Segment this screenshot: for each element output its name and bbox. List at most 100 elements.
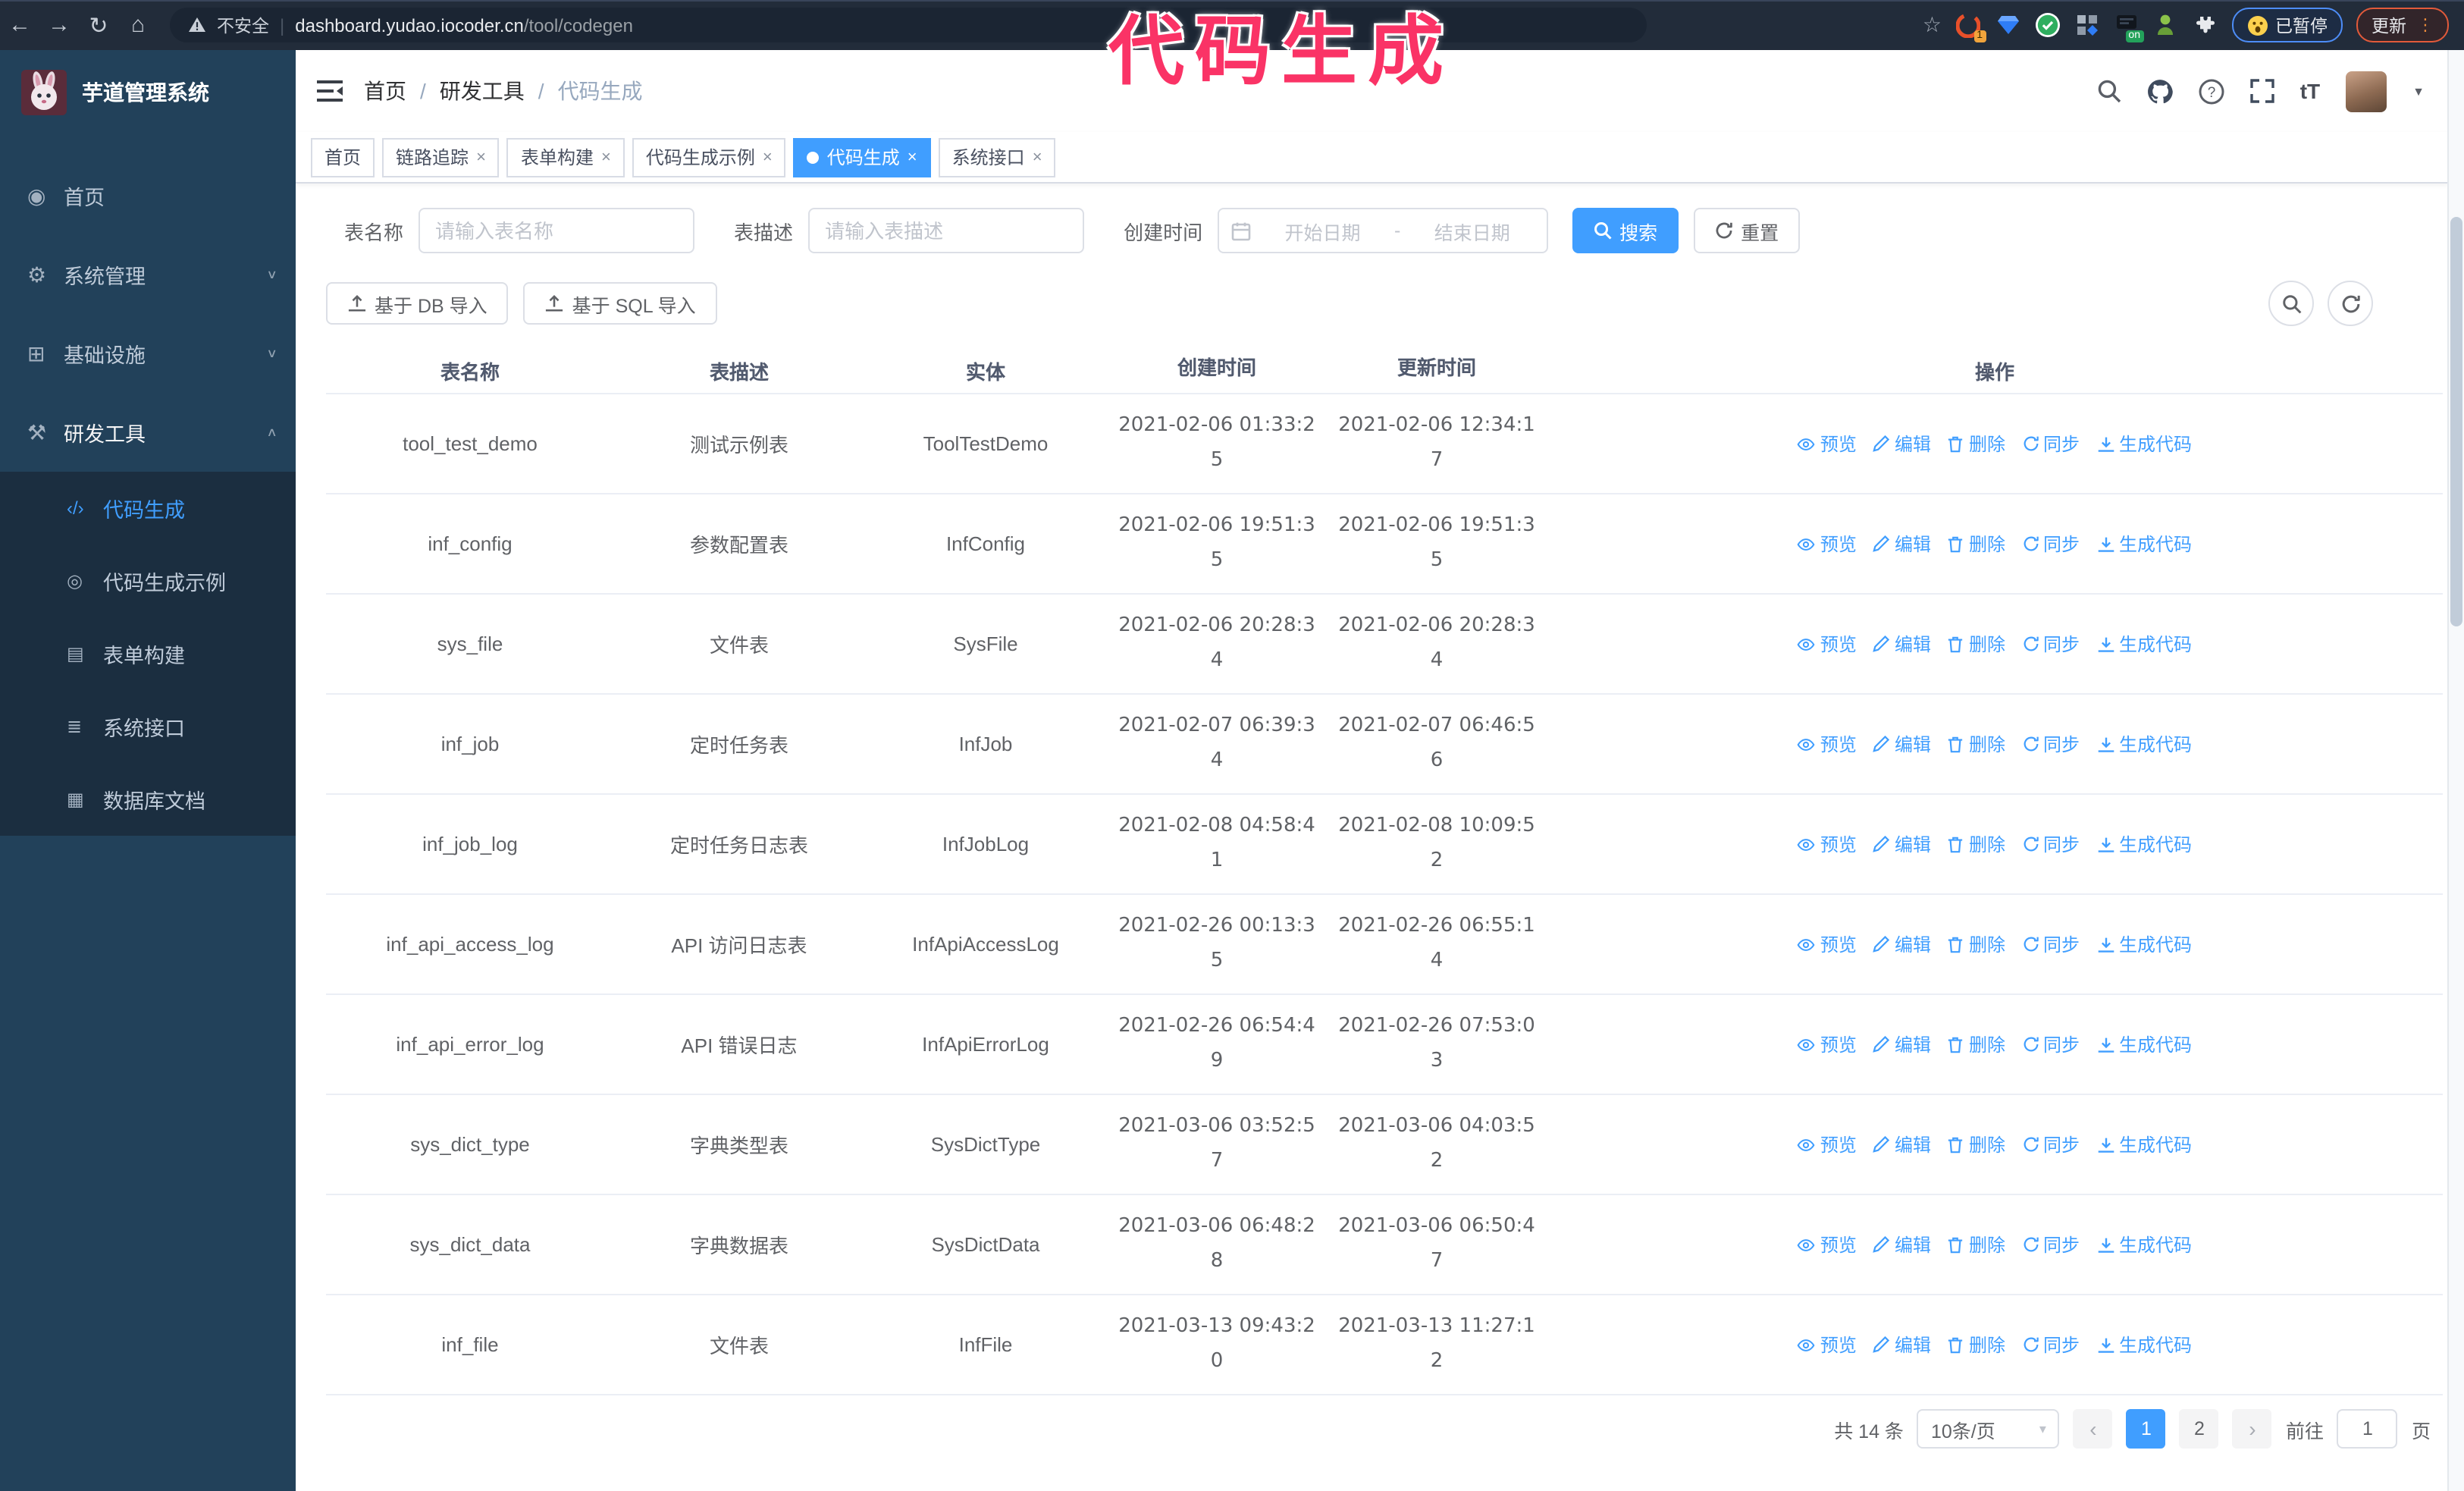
sync-link[interactable]: 同步 bbox=[2022, 931, 2080, 957]
sync-link[interactable]: 同步 bbox=[2022, 1132, 2080, 1157]
tab-codegen[interactable]: 代码生成 × bbox=[793, 137, 931, 177]
sidebar-item-db-doc[interactable]: ▦ 数据库文档 bbox=[0, 763, 296, 836]
preview-link[interactable]: 预览 bbox=[1798, 1132, 1857, 1157]
window-scrollbar[interactable] bbox=[2447, 50, 2464, 1491]
search-button[interactable]: 搜索 bbox=[1572, 208, 1679, 253]
font-size-icon[interactable]: tT bbox=[2300, 79, 2320, 103]
sync-link[interactable]: 同步 bbox=[2022, 531, 2080, 557]
page-1[interactable]: 1 bbox=[2126, 1409, 2166, 1449]
breadcrumb-home[interactable]: 首页 bbox=[364, 76, 406, 106]
preview-link[interactable]: 预览 bbox=[1798, 531, 1857, 557]
delete-link[interactable]: 删除 bbox=[1948, 831, 2005, 857]
generate-code-link[interactable]: 生成代码 bbox=[2096, 431, 2192, 457]
prev-page-button[interactable]: ‹ bbox=[2073, 1409, 2113, 1449]
generate-code-link[interactable]: 生成代码 bbox=[2096, 1031, 2192, 1057]
generate-code-link[interactable]: 生成代码 bbox=[2096, 631, 2192, 657]
edit-link[interactable]: 编辑 bbox=[1873, 631, 1931, 657]
generate-code-link[interactable]: 生成代码 bbox=[2096, 1132, 2192, 1157]
table-desc-input[interactable] bbox=[808, 208, 1085, 253]
delete-link[interactable]: 删除 bbox=[1948, 731, 2005, 757]
tab-codegen-example[interactable]: 代码生成示例 × bbox=[632, 137, 786, 177]
generate-code-link[interactable]: 生成代码 bbox=[2096, 831, 2192, 857]
preview-link[interactable]: 预览 bbox=[1798, 1232, 1857, 1257]
tab-system-api[interactable]: 系统接口 × bbox=[938, 137, 1056, 177]
date-range-picker[interactable]: 开始日期 - 结束日期 bbox=[1218, 208, 1549, 253]
generate-code-link[interactable]: 生成代码 bbox=[2096, 931, 2192, 957]
sync-link[interactable]: 同步 bbox=[2022, 1031, 2080, 1057]
toggle-search-button[interactable] bbox=[2268, 281, 2314, 326]
browser-forward-button[interactable]: → bbox=[39, 12, 79, 38]
extension-check-icon[interactable] bbox=[2034, 12, 2060, 38]
extensions-puzzle-icon[interactable] bbox=[2192, 12, 2218, 38]
generate-code-link[interactable]: 生成代码 bbox=[2096, 1332, 2192, 1358]
tab-close-icon[interactable]: × bbox=[476, 148, 486, 166]
sync-link[interactable]: 同步 bbox=[2022, 1232, 2080, 1257]
delete-link[interactable]: 删除 bbox=[1948, 931, 2005, 957]
page-2[interactable]: 2 bbox=[2179, 1409, 2219, 1449]
tab-form-build[interactable]: 表单构建 × bbox=[506, 137, 625, 177]
edit-link[interactable]: 编辑 bbox=[1873, 831, 1931, 857]
generate-code-link[interactable]: 生成代码 bbox=[2096, 531, 2192, 557]
extension-gem-icon[interactable] bbox=[1995, 12, 2020, 38]
sidebar-item-codegen[interactable]: ‹/› 代码生成 bbox=[0, 472, 296, 545]
tab-close-icon[interactable]: × bbox=[763, 148, 773, 166]
preview-link[interactable]: 预览 bbox=[1798, 1031, 1857, 1057]
scrollbar-thumb[interactable] bbox=[2450, 217, 2462, 626]
sync-link[interactable]: 同步 bbox=[2022, 431, 2080, 457]
fullscreen-icon[interactable] bbox=[2250, 79, 2274, 103]
user-avatar[interactable] bbox=[2346, 71, 2387, 111]
preview-link[interactable]: 预览 bbox=[1798, 1332, 1857, 1358]
browser-update-button[interactable]: 更新 ⋮ bbox=[2356, 8, 2449, 42]
edit-link[interactable]: 编辑 bbox=[1873, 931, 1931, 957]
delete-link[interactable]: 删除 bbox=[1948, 1132, 2005, 1157]
extension-green-icon[interactable] bbox=[2152, 12, 2178, 38]
delete-link[interactable]: 删除 bbox=[1948, 1232, 2005, 1257]
sql-import-button[interactable]: 基于 SQL 导入 bbox=[523, 282, 717, 325]
preview-link[interactable]: 预览 bbox=[1798, 631, 1857, 657]
edit-link[interactable]: 编辑 bbox=[1873, 531, 1931, 557]
delete-link[interactable]: 删除 bbox=[1948, 1332, 2005, 1358]
bookmark-star-icon[interactable]: ☆ bbox=[1923, 12, 1942, 38]
tab-close-icon[interactable]: × bbox=[1033, 148, 1042, 166]
browser-reload-button[interactable]: ↻ bbox=[79, 11, 118, 39]
sidebar-item-dev-tools[interactable]: ⚒ 研发工具 ∧ bbox=[0, 393, 296, 472]
sidebar-item-system-mgmt[interactable]: ⚙ 系统管理 ∨ bbox=[0, 235, 296, 314]
goto-page-input[interactable] bbox=[2337, 1409, 2398, 1449]
generate-code-link[interactable]: 生成代码 bbox=[2096, 1232, 2192, 1257]
sync-link[interactable]: 同步 bbox=[2022, 831, 2080, 857]
refresh-table-button[interactable] bbox=[2328, 281, 2373, 326]
tab-trace[interactable]: 链路追踪 × bbox=[382, 137, 500, 177]
reset-button[interactable]: 重置 bbox=[1694, 208, 1801, 253]
help-icon[interactable]: ? bbox=[2199, 78, 2224, 104]
sidebar-item-home[interactable]: ◉ 首页 bbox=[0, 156, 296, 235]
preview-link[interactable]: 预览 bbox=[1798, 731, 1857, 757]
tab-close-icon[interactable]: × bbox=[601, 148, 611, 166]
sidebar-item-codegen-example[interactable]: ◎ 代码生成示例 bbox=[0, 545, 296, 617]
breadcrumb-dev-tools[interactable]: 研发工具 bbox=[440, 76, 525, 106]
address-bar[interactable]: 不安全 | dashboard.yudao.iocoder.cn/tool/co… bbox=[170, 8, 1647, 42]
tab-close-icon[interactable]: × bbox=[908, 148, 917, 166]
edit-link[interactable]: 编辑 bbox=[1873, 731, 1931, 757]
security-label[interactable]: 不安全 bbox=[217, 13, 269, 37]
extension-dark-icon[interactable]: on bbox=[2113, 12, 2143, 42]
tab-home[interactable]: 首页 bbox=[311, 137, 375, 177]
sync-link[interactable]: 同步 bbox=[2022, 631, 2080, 657]
sidebar-item-infrastructure[interactable]: ⊞ 基础设施 ∨ bbox=[0, 314, 296, 393]
kebab-menu-icon[interactable]: ⋮ bbox=[2417, 15, 2434, 35]
sync-link[interactable]: 同步 bbox=[2022, 1332, 2080, 1358]
table-name-input[interactable] bbox=[419, 208, 695, 253]
edit-link[interactable]: 编辑 bbox=[1873, 1132, 1931, 1157]
sidebar-item-system-api[interactable]: ≣ 系统接口 bbox=[0, 690, 296, 763]
browser-back-button[interactable]: ← bbox=[0, 12, 39, 38]
search-icon[interactable] bbox=[2097, 79, 2121, 103]
next-page-button[interactable]: › bbox=[2232, 1409, 2272, 1449]
edit-link[interactable]: 编辑 bbox=[1873, 1232, 1931, 1257]
preview-link[interactable]: 预览 bbox=[1798, 431, 1857, 457]
extension-grid-icon[interactable] bbox=[2074, 12, 2099, 38]
edit-link[interactable]: 编辑 bbox=[1873, 431, 1931, 457]
preview-link[interactable]: 预览 bbox=[1798, 931, 1857, 957]
avatar-caret-icon[interactable]: ▼ bbox=[2412, 84, 2425, 98]
generate-code-link[interactable]: 生成代码 bbox=[2096, 731, 2192, 757]
github-icon[interactable] bbox=[2147, 78, 2173, 104]
edit-link[interactable]: 编辑 bbox=[1873, 1332, 1931, 1358]
